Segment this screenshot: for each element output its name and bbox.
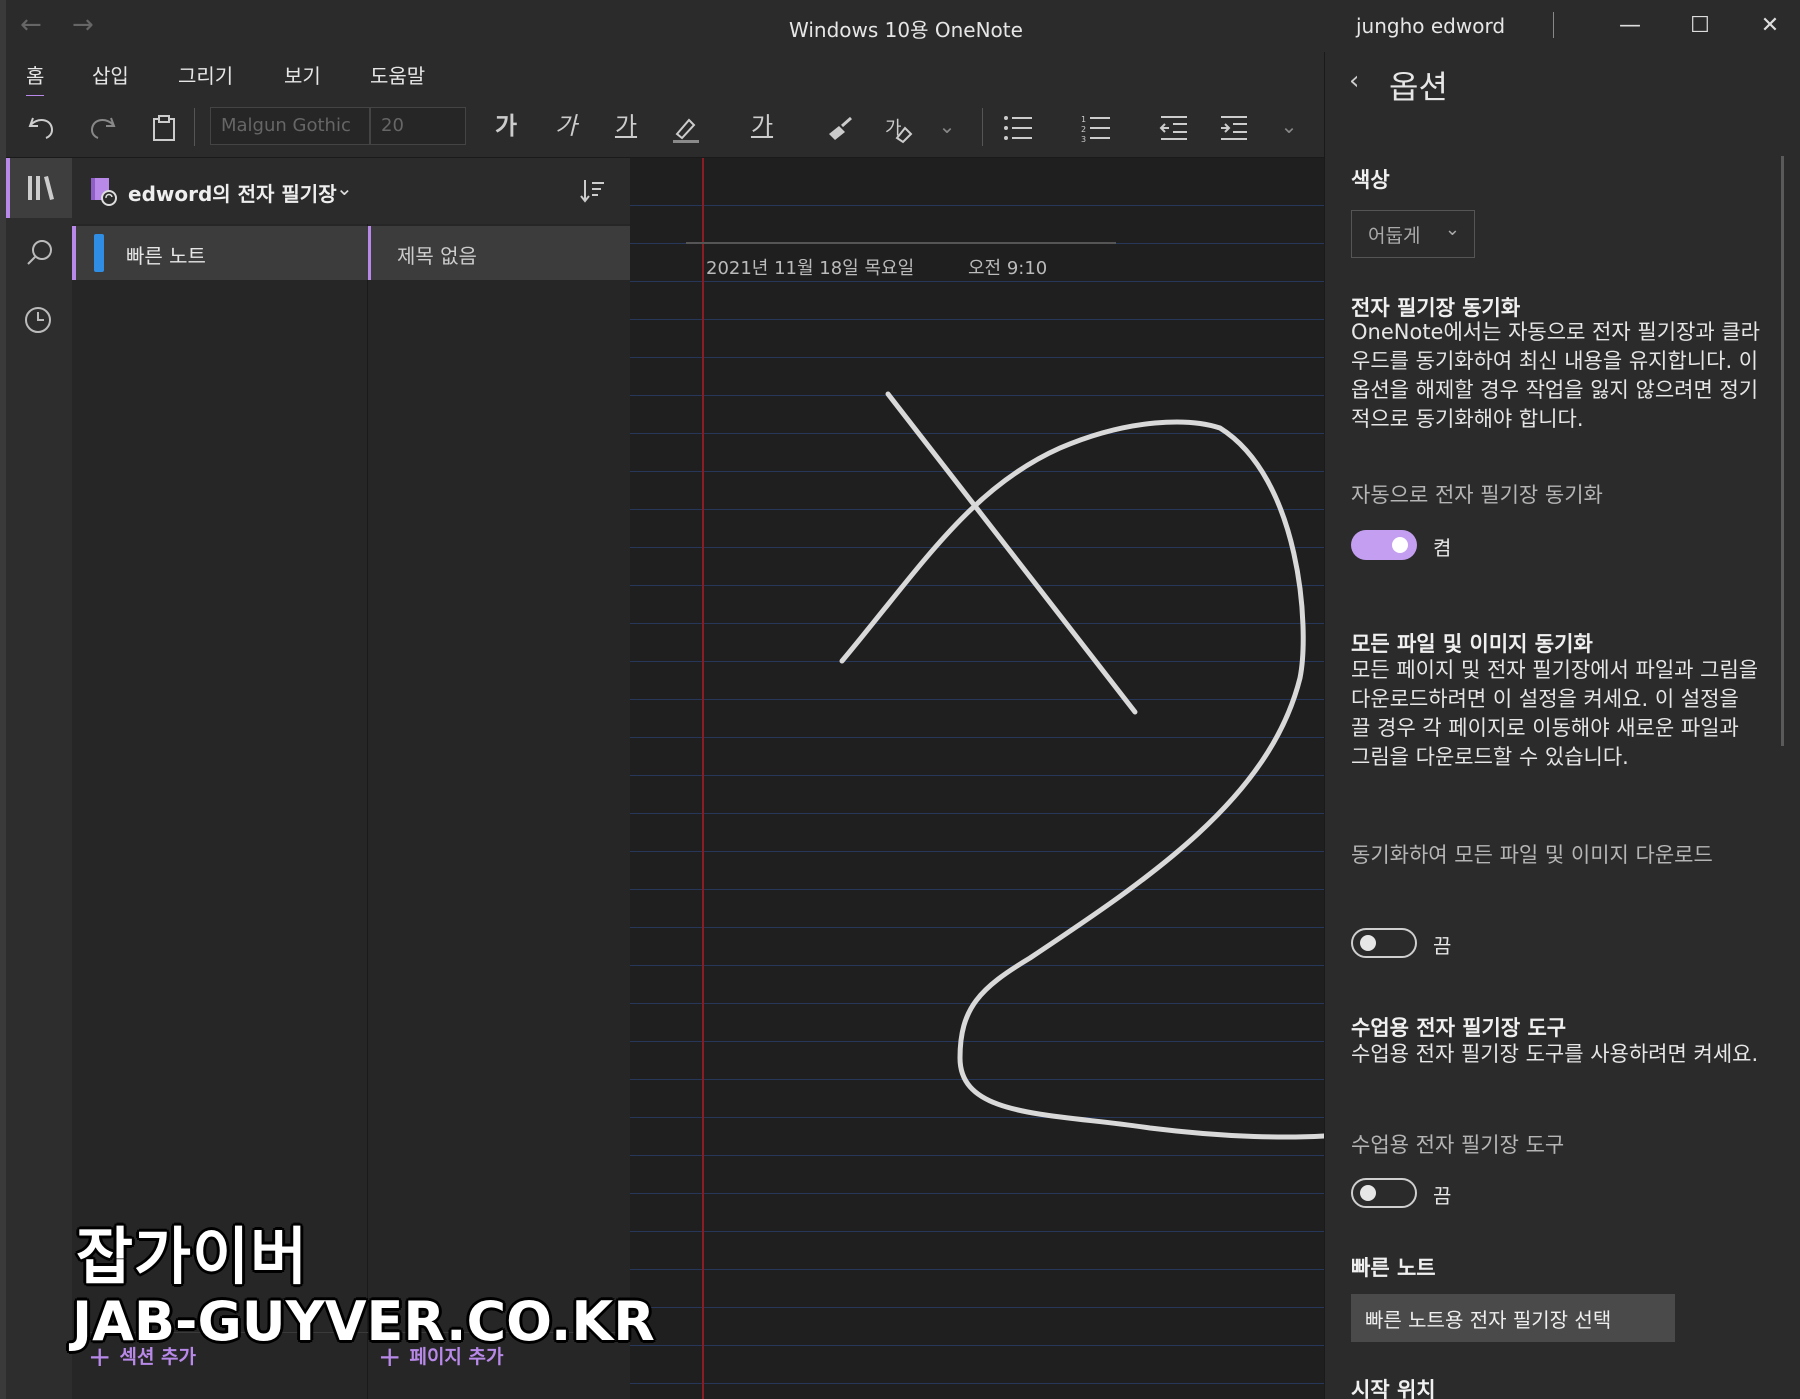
- paragraph-dropdown-chevron[interactable]: ⌄: [1274, 106, 1304, 146]
- toolbar-separator: [194, 108, 195, 146]
- files-state: 끔: [1433, 934, 1452, 958]
- navigation-rail: [6, 158, 72, 1399]
- section-label: 빠른 노트: [126, 244, 206, 268]
- toggle-knob: [1360, 1185, 1376, 1201]
- numbered-list-icon[interactable]: 123: [1076, 106, 1116, 146]
- format-painter-icon[interactable]: [820, 106, 860, 146]
- section-item[interactable]: 빠른 노트: [72, 226, 368, 280]
- tab-insert[interactable]: 삽입: [92, 60, 129, 89]
- font-size-input[interactable]: 20: [370, 107, 466, 145]
- tab-help[interactable]: 도움말: [370, 60, 425, 89]
- files-toggle[interactable]: [1351, 928, 1417, 958]
- minimize-button[interactable]: —: [1610, 8, 1650, 44]
- close-button[interactable]: ✕: [1750, 8, 1790, 44]
- svg-text:2: 2: [1081, 125, 1086, 134]
- tab-home[interactable]: 홈: [26, 60, 45, 99]
- font-color-button[interactable]: 가: [742, 106, 782, 146]
- pages-list: 제목 없음: [368, 224, 630, 1399]
- class-state: 끔: [1433, 1184, 1452, 1208]
- files-label: 동기화하여 모든 파일 및 이미지 다운로드: [1351, 843, 1713, 867]
- font-name-input[interactable]: Malgun Gothic: [210, 107, 370, 145]
- chevron-down-icon[interactable]: ⌄: [336, 176, 353, 200]
- search-icon: [27, 240, 52, 265]
- bold-button[interactable]: 가: [486, 106, 526, 146]
- maximize-button[interactable]: ☐: [1680, 8, 1720, 44]
- tab-view[interactable]: 보기: [284, 60, 321, 89]
- clipboard-icon[interactable]: [144, 106, 184, 146]
- watermark-korean: 잡가이버: [76, 1220, 309, 1293]
- page-item[interactable]: 제목 없음: [368, 226, 630, 280]
- class-label: 수업용 전자 필기장 도구: [1351, 1133, 1565, 1157]
- ribbon-toolbar: Malgun Gothic 20 가 가 가 가 가 ⌄ 123 ⌄: [6, 96, 1324, 158]
- svg-text:3: 3: [1081, 135, 1086, 142]
- recent-button[interactable]: [6, 290, 72, 350]
- sync-description: OneNote에서는 자동으로 전자 필기장과 클라우드를 동기화하여 최신 내…: [1351, 320, 1760, 431]
- onenote-window: ← → Windows 10용 OneNote jungho edword — …: [6, 0, 1800, 1399]
- scrollbar[interactable]: [1781, 156, 1784, 746]
- notebook-name[interactable]: edword의 전자 필기장: [128, 178, 337, 207]
- auto-sync-label: 자동으로 전자 필기장 동기화: [1351, 483, 1603, 507]
- decrease-indent-icon[interactable]: [1154, 106, 1194, 146]
- color-select[interactable]: 어둡게 ⌄: [1351, 210, 1475, 258]
- watermark-url: JAB-GUYVER.CO.KR: [72, 1290, 655, 1353]
- redo-icon[interactable]: [82, 106, 122, 146]
- color-select-value: 어둡게: [1368, 225, 1421, 247]
- bullet-list-icon[interactable]: [998, 106, 1038, 146]
- tab-draw[interactable]: 그리기: [178, 60, 233, 89]
- ribbon-tabs: 홈 삽입 그리기 보기 도움말: [6, 52, 1324, 99]
- next-heading: 시작 위치: [1351, 1378, 1436, 1399]
- style-dropdown-chevron[interactable]: ⌄: [932, 106, 962, 146]
- toggle-knob: [1392, 537, 1408, 553]
- increase-indent-icon[interactable]: [1214, 106, 1254, 146]
- ink-drawing[interactable]: [630, 158, 1324, 1399]
- window-title: Windows 10용 OneNote: [789, 18, 1023, 42]
- search-button[interactable]: [6, 224, 72, 284]
- options-pane: ‹ 옵션 색상 어둡게 ⌄ 전자 필기장 동기화 OneNote에서는 자동으로…: [1324, 52, 1800, 1399]
- toolbar-separator: [982, 108, 983, 146]
- notebooks-icon: [28, 176, 54, 200]
- title-bar: ← → Windows 10용 OneNote jungho edword — …: [6, 0, 1800, 52]
- section-color-tab: [94, 234, 104, 272]
- clock-icon: [25, 307, 51, 333]
- notebook-sync-icon: [91, 178, 117, 206]
- italic-button[interactable]: 가: [546, 106, 586, 146]
- files-description: 모든 페이지 및 전자 필기장에서 파일과 그림을 다운로드하려면 이 설정을 …: [1351, 658, 1759, 769]
- options-title: 옵션: [1389, 68, 1448, 106]
- page-label: 제목 없음: [397, 244, 477, 268]
- quick-notes-select-button[interactable]: 빠른 노트용 전자 필기장 선택: [1351, 1294, 1675, 1342]
- notebooks-button[interactable]: [6, 158, 72, 218]
- color-heading: 색상: [1351, 168, 1390, 192]
- auto-sync-state: 켬: [1433, 536, 1452, 560]
- svg-text:1: 1: [1081, 115, 1086, 124]
- sort-icon[interactable]: [580, 178, 606, 204]
- highlighter-icon[interactable]: [666, 106, 706, 146]
- page-canvas[interactable]: 2021년 11월 18일 목요일 오전 9:10: [630, 158, 1324, 1399]
- user-name[interactable]: jungho edword: [1356, 14, 1505, 38]
- title-separator: [1553, 12, 1554, 38]
- class-toggle[interactable]: [1351, 1178, 1417, 1208]
- class-heading: 수업용 전자 필기장 도구: [1351, 1016, 1567, 1040]
- forward-arrow-icon[interactable]: →: [72, 10, 94, 40]
- class-description: 수업용 전자 필기장 도구를 사용하려면 켜세요.: [1351, 1042, 1759, 1066]
- chevron-down-icon: ⌄: [1444, 219, 1460, 240]
- back-chevron-icon[interactable]: ‹: [1349, 66, 1359, 96]
- underline-button[interactable]: 가: [606, 106, 646, 146]
- clear-format-icon[interactable]: 가: [878, 106, 918, 146]
- auto-sync-toggle[interactable]: [1351, 530, 1417, 560]
- toggle-knob: [1360, 935, 1376, 951]
- undo-icon[interactable]: [22, 106, 62, 146]
- quick-notes-heading: 빠른 노트: [1351, 1256, 1436, 1280]
- back-arrow-icon[interactable]: ←: [20, 10, 42, 40]
- notebook-header[interactable]: edword의 전자 필기장 ⌄: [72, 158, 630, 224]
- files-heading: 모든 파일 및 이미지 동기화: [1351, 632, 1593, 656]
